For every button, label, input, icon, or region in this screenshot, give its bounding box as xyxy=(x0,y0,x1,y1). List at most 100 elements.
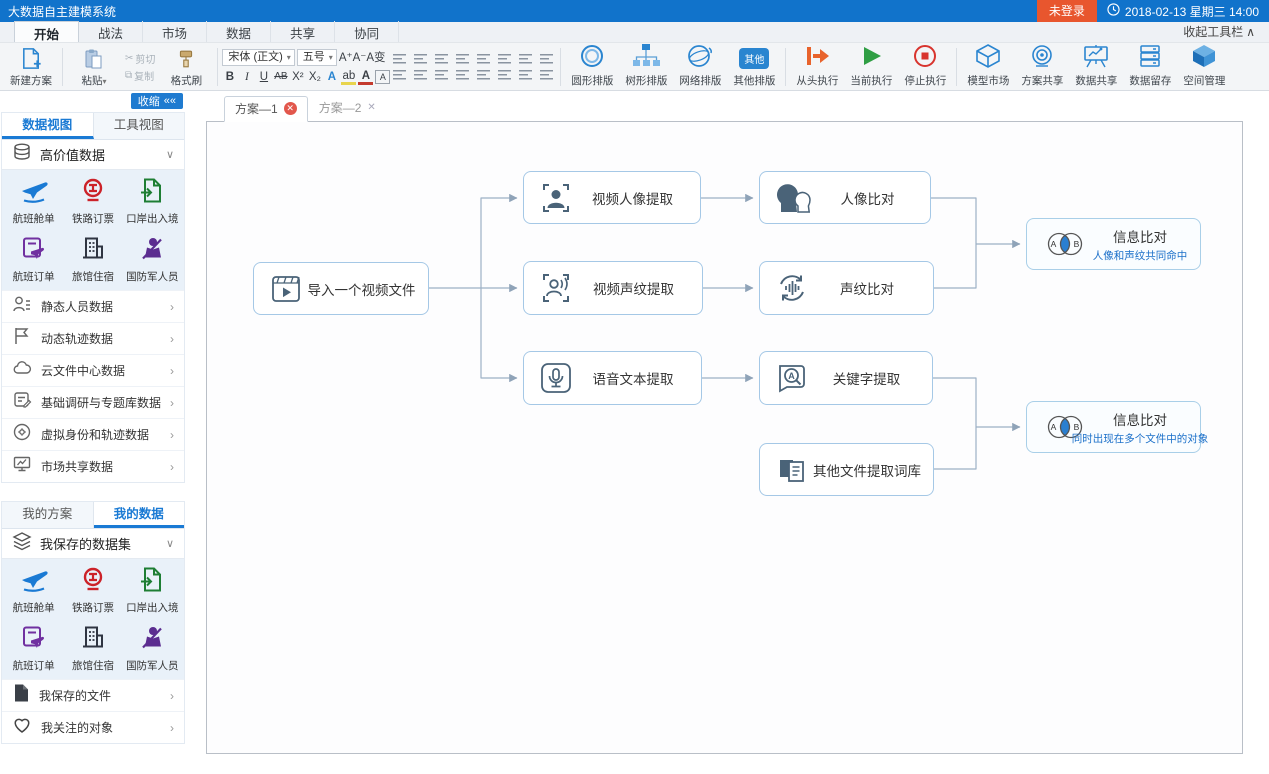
dataset-item[interactable]: 航班舱单 xyxy=(4,177,63,226)
align-left-icon[interactable] xyxy=(393,69,406,80)
char-border-icon[interactable]: A xyxy=(375,70,390,84)
dataset-item[interactable]: 国防军人员 xyxy=(123,624,182,673)
sidebar-list-item[interactable]: 虚拟身份和轨迹数据› xyxy=(2,418,184,450)
multilevel-list-icon[interactable] xyxy=(435,53,448,64)
dataset-item[interactable]: 铁路订票 xyxy=(63,177,122,226)
align-center-icon[interactable] xyxy=(414,69,427,80)
ribbon-tab-0[interactable]: 开始 xyxy=(14,21,79,42)
line-spacing-icon[interactable] xyxy=(498,69,511,80)
sidebar-panel0-tab-0[interactable]: 数据视图 xyxy=(2,113,94,139)
align-right-icon[interactable] xyxy=(435,69,448,80)
sidebar-list-item[interactable]: 我关注的对象› xyxy=(2,711,184,743)
share-button-0[interactable]: 模型市场 xyxy=(961,44,1015,90)
sidebar-list-item[interactable]: 静态人员数据› xyxy=(2,290,184,322)
italic-icon[interactable]: I xyxy=(239,69,254,85)
plan-tab-1[interactable]: 方案—2✕ xyxy=(308,95,387,121)
sidebar-list-item[interactable]: 市场共享数据› xyxy=(2,450,184,482)
flow-node-voiceprint-compare[interactable]: 声纹比对 xyxy=(759,261,934,315)
flow-node-import-video[interactable]: 导入一个视频文件 xyxy=(253,262,429,315)
bold-icon[interactable]: B xyxy=(222,69,237,85)
close-tab-icon[interactable]: ✕ xyxy=(284,102,297,115)
strikethrough-icon[interactable]: AB xyxy=(273,69,288,85)
font-family-select[interactable]: 宋体 (正文)▾ xyxy=(222,49,294,66)
superscript-icon[interactable]: X² xyxy=(290,69,305,85)
layout-button-0[interactable]: 圆形排版 xyxy=(565,44,619,90)
font-color-icon[interactable]: A xyxy=(358,70,373,85)
dataset-item[interactable]: 铁路订票 xyxy=(63,566,122,615)
close-tab-icon[interactable]: ✕ xyxy=(367,101,375,114)
sidebar-list-item[interactable]: 基础调研与专题库数据› xyxy=(2,386,184,418)
sidebar-panel1-tab-1[interactable]: 我的数据 xyxy=(94,502,185,528)
sidebar-collapse-button[interactable]: 收缩 «« xyxy=(131,93,183,109)
cut-button[interactable]: ✂剪切 xyxy=(123,51,157,66)
show-marks-icon[interactable] xyxy=(519,53,532,64)
paste-button[interactable]: 粘贴▾ xyxy=(67,44,121,90)
new-plan-button[interactable]: 新建方案 xyxy=(4,44,58,90)
font-size-select[interactable]: 五号▾ xyxy=(297,49,337,66)
sidebar-list-item[interactable]: 云文件中心数据› xyxy=(2,354,184,386)
layout-button-2[interactable]: 网络排版 xyxy=(673,44,727,90)
flow-node-face-compare[interactable]: 人像比对 xyxy=(759,171,931,224)
borders-icon[interactable] xyxy=(540,69,553,80)
layout-button-3[interactable]: 其他其他排版 xyxy=(727,44,781,90)
dataset-item[interactable]: 旅馆住宿 xyxy=(63,624,122,673)
flow-node-info-compare-1[interactable]: AB信息比对人像和声纹共同命中 xyxy=(1026,218,1201,270)
indent-decrease-icon[interactable] xyxy=(456,53,469,64)
ribbon-tab-5[interactable]: 协同 xyxy=(335,21,399,42)
grow-font-icon[interactable]: A⁺ xyxy=(339,52,353,64)
ribbon-tab-1[interactable]: 战法 xyxy=(79,21,143,42)
dataset-item[interactable]: 口岸出入境 xyxy=(123,566,182,615)
subscript-icon[interactable]: X₂ xyxy=(307,69,322,85)
clear-format-icon[interactable]: A xyxy=(366,52,374,64)
plan-tab-0[interactable]: 方案—1✕ xyxy=(224,96,308,122)
flow-node-info-compare-2[interactable]: AB信息比对同时出现在多个文件中的对象 xyxy=(1026,401,1201,453)
distribute-icon[interactable] xyxy=(477,69,490,80)
numbered-list-icon[interactable] xyxy=(414,53,427,64)
dataset-item[interactable]: 旅馆住宿 xyxy=(63,235,122,284)
change-case-icon[interactable]: 变 xyxy=(374,52,386,64)
sidebar-panel1-tab-0[interactable]: 我的方案 xyxy=(2,502,94,528)
ribbon-tab-4[interactable]: 共享 xyxy=(271,21,335,42)
dataset-item[interactable]: 航班订单 xyxy=(4,624,63,673)
sidebar-list-item[interactable]: 动态轨迹数据› xyxy=(2,322,184,354)
table-icon[interactable] xyxy=(540,53,553,64)
ribbon-tab-2[interactable]: 市场 xyxy=(143,21,207,42)
diagram-canvas[interactable]: 导入一个视频文件 视频人像提取 人像比对视频声纹提取 声纹比对语音文本提取 A关键字提取… xyxy=(206,121,1243,754)
share-button-2[interactable]: 数据共享 xyxy=(1069,44,1123,90)
underline-icon[interactable]: U xyxy=(256,69,271,85)
dataset-item[interactable]: 航班舱单 xyxy=(4,566,63,615)
sidebar-panel0-tab-1[interactable]: 工具视图 xyxy=(94,113,185,139)
flow-node-other-files-lexicon[interactable]: 其他文件提取词库 xyxy=(759,443,934,496)
text-effect-icon[interactable]: A xyxy=(324,69,339,85)
indent-increase-icon[interactable] xyxy=(477,53,490,64)
layout-button-1[interactable]: 树形排版 xyxy=(619,44,673,90)
sidebar-section-header[interactable]: 高价值数据∨ xyxy=(2,140,184,170)
ribbon-tab-3[interactable]: 数据 xyxy=(207,21,271,42)
bullet-list-icon[interactable] xyxy=(393,53,406,64)
share-button-1[interactable]: 方案共享 xyxy=(1015,44,1069,90)
dataset-item[interactable]: 国防军人员 xyxy=(123,235,182,284)
align-justify-icon[interactable] xyxy=(456,69,469,80)
shrink-font-icon[interactable]: A⁻ xyxy=(353,52,367,64)
share-button-3[interactable]: 数据留存 xyxy=(1123,44,1177,90)
chevron-down-icon: ∨ xyxy=(166,148,174,161)
collapse-toolbar-button[interactable]: 收起工具栏 ∧ xyxy=(1169,23,1269,42)
sort-icon[interactable] xyxy=(498,53,511,64)
flow-node-speech-to-text[interactable]: 语音文本提取 xyxy=(523,351,702,405)
dataset-item[interactable]: 航班订单 xyxy=(4,235,63,284)
login-status-badge[interactable]: 未登录 xyxy=(1037,0,1097,22)
copy-button[interactable]: ⧉复制 xyxy=(123,68,157,83)
exec-button-0[interactable]: 从头执行 xyxy=(790,44,844,90)
flow-node-keyword-extract[interactable]: A关键字提取 xyxy=(759,351,933,405)
shading-icon[interactable] xyxy=(519,69,532,80)
exec-button-1[interactable]: 当前执行 xyxy=(844,44,898,90)
highlight-icon[interactable]: ab xyxy=(341,70,356,85)
flow-node-face-extract[interactable]: 视频人像提取 xyxy=(523,171,701,224)
flow-node-voiceprint-extract[interactable]: 视频声纹提取 xyxy=(523,261,703,315)
share-button-4[interactable]: 空间管理 xyxy=(1177,44,1231,90)
format-painter-button[interactable]: 格式刷 xyxy=(159,44,213,90)
sidebar-list-item[interactable]: 我保存的文件› xyxy=(2,679,184,711)
sidebar-section-header[interactable]: 我保存的数据集∨ xyxy=(2,529,184,559)
exec-button-2[interactable]: 停止执行 xyxy=(898,44,952,90)
dataset-item[interactable]: 口岸出入境 xyxy=(123,177,182,226)
